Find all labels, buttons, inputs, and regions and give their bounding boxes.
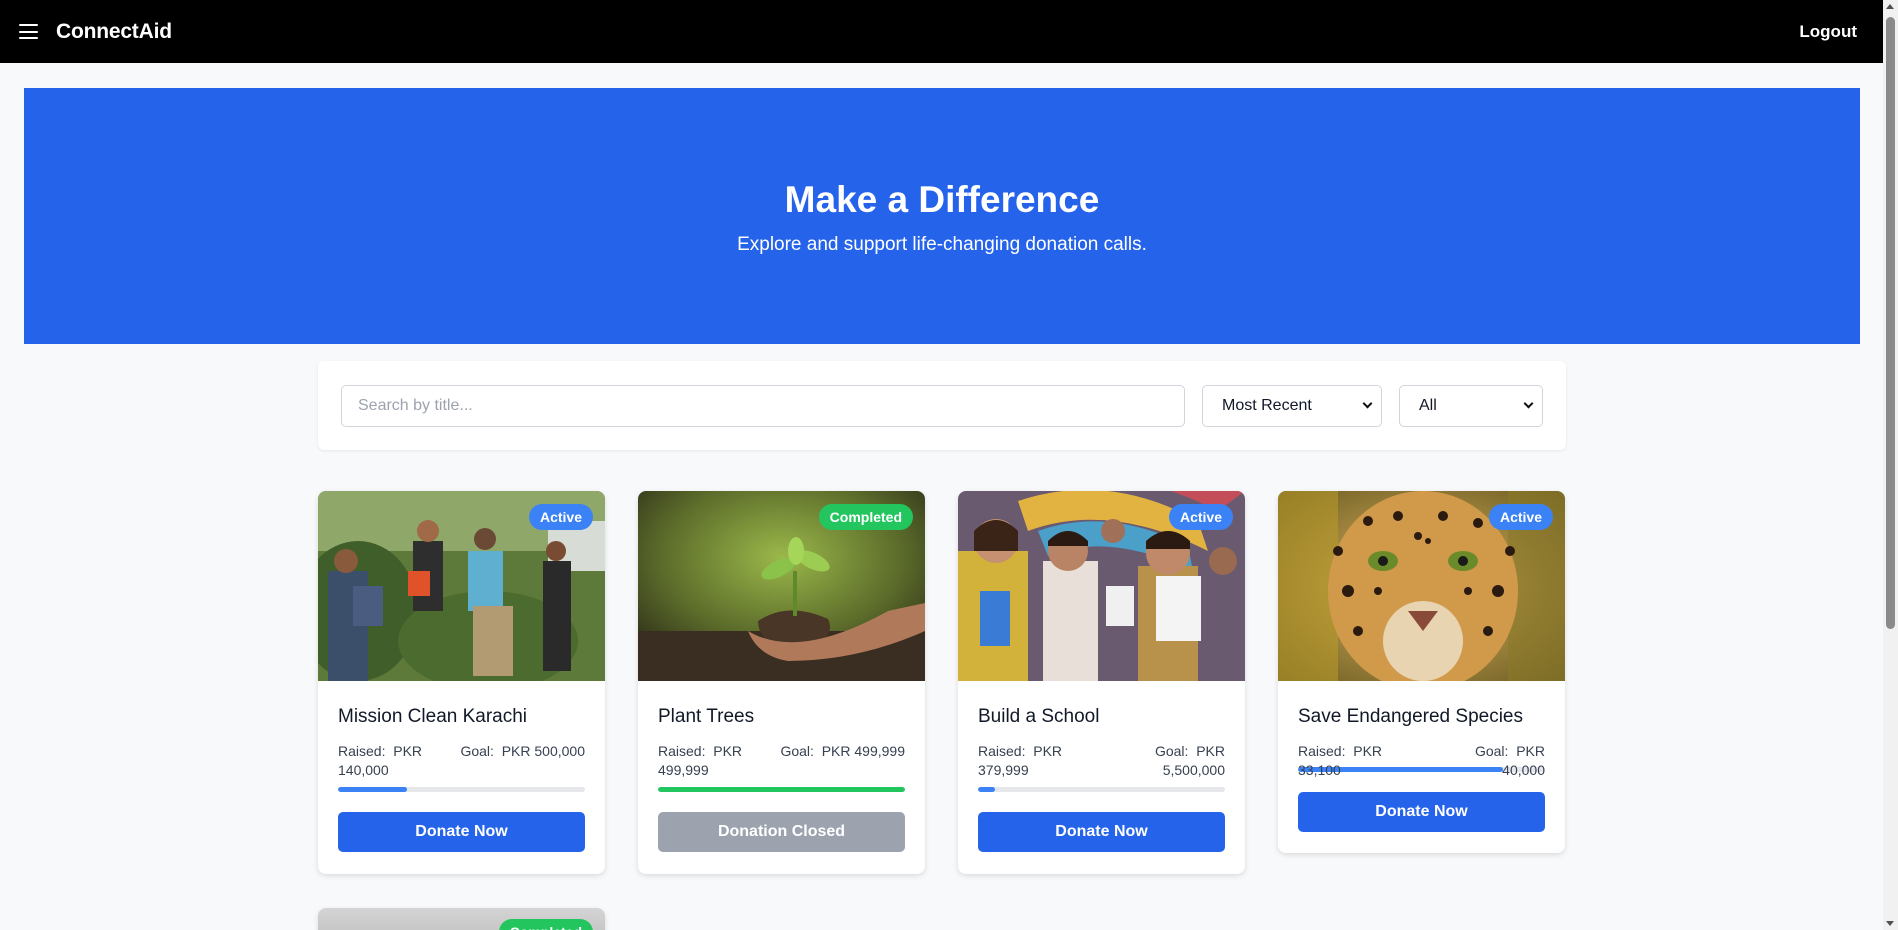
progress-bar [338,787,585,792]
card-title: Save Endangered Species [1298,706,1523,727]
donation-card[interactable]: Active Build a School Raised: PKR 379,99… [958,491,1245,874]
brand-logo[interactable]: ConnectAid [56,20,172,44]
hero-banner: Make a Difference Explore and support li… [24,88,1860,344]
chevron-down-icon [1523,398,1534,409]
progress-bar [978,787,1225,792]
raised-amount: Raised: PKR 33,100 [1298,743,1383,778]
progress-bar [658,787,905,792]
page-scrollbar[interactable] [1883,0,1898,930]
progress-fill [978,787,996,792]
top-navbar: ConnectAid Logout [0,0,1883,63]
card-title: Mission Clean Karachi [338,706,528,727]
status-badge: Active [1488,504,1553,530]
goal-amount: Goal: PKR 5,500,000 [1154,743,1225,778]
status-badge: Completed [498,919,593,930]
scroll-up-icon[interactable] [1886,4,1894,9]
card-image-plant: Completed [638,491,925,681]
hamburger-menu-icon[interactable] [19,24,38,39]
sort-select[interactable]: Most Recent [1202,384,1382,427]
chevron-down-icon [1362,398,1373,409]
card-title: Plant Trees [658,706,755,727]
sort-select-value: Most Recent [1222,396,1312,414]
donation-card[interactable]: Completed Plant Trees Raised: PKR 499,99… [638,491,925,874]
card-title: Build a School [978,706,1100,727]
donate-now-button[interactable]: Donate Now [978,812,1225,852]
card-image-school: Active [958,491,1245,681]
raised-amount: Raised: PKR 499,999 [658,743,743,778]
goal-amount: Goal: PKR 500,000 [460,743,585,759]
goal-amount: Goal: PKR 40,000 [1474,743,1545,778]
status-badge: Active [1168,504,1233,530]
raised-amount: Raised: PKR 140,000 [338,743,423,778]
logout-button[interactable]: Logout [1799,22,1857,42]
status-filter-select[interactable]: All [1399,384,1543,427]
status-badge: Active [528,504,593,530]
donation-closed-button: Donation Closed [658,812,905,852]
scroll-down-icon[interactable] [1886,921,1894,926]
hero-subtitle: Explore and support life-changing donati… [737,233,1147,255]
donation-card[interactable]: Active Save Endangered Species Raised: P… [1278,491,1565,853]
status-select-value: All [1419,396,1437,414]
donation-card[interactable]: Active Mission Clean Karachi Raised: PKR… [318,491,605,874]
scrollbar-thumb[interactable] [1886,17,1895,629]
filter-bar: Most Recent All [318,361,1566,450]
donate-now-button[interactable]: Donate Now [338,812,585,852]
search-input[interactable] [341,384,1185,427]
goal-amount: Goal: PKR 499,999 [780,743,905,759]
raised-amount: Raised: PKR 379,999 [978,743,1063,778]
card-image-cleanup: Active [318,491,605,681]
donate-now-button[interactable]: Donate Now [1298,792,1545,832]
donation-card[interactable]: Completed [318,908,605,930]
card-image-leopard: Active [1278,491,1565,681]
status-badge: Completed [818,504,913,530]
progress-fill [338,787,408,792]
hero-title: Make a Difference [784,178,1100,220]
progress-fill [658,787,905,792]
